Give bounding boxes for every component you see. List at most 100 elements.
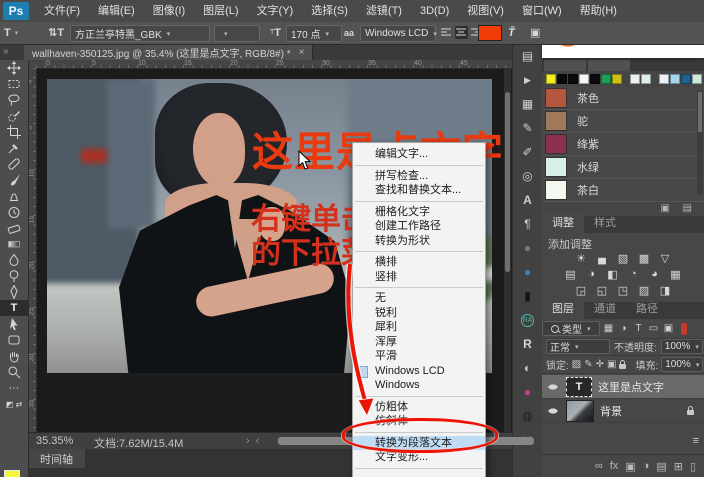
ps-logo[interactable]: Ps bbox=[3, 2, 29, 20]
context-menu-item[interactable] bbox=[353, 465, 485, 472]
adjustment-icon[interactable]: ☀ bbox=[573, 251, 590, 265]
layer-row-text[interactable]: T 这里是点文字 bbox=[542, 375, 704, 399]
lock-position-icon[interactable]: ✛ bbox=[596, 359, 604, 370]
eyedropper-tool[interactable] bbox=[0, 140, 28, 156]
text-orientation-icon[interactable]: ⇅T bbox=[48, 25, 64, 40]
context-menu-item[interactable]: Windows bbox=[353, 378, 485, 393]
align-center-icon[interactable] bbox=[455, 26, 468, 39]
swatches-panel-tab[interactable] bbox=[588, 60, 630, 71]
default-colors-icon[interactable]: ◩ ⇄ bbox=[0, 396, 28, 412]
layers-action-icon[interactable]: fx bbox=[610, 460, 619, 472]
lock-pixels-icon[interactable]: ✎ bbox=[584, 359, 592, 370]
zoom-level[interactable]: 35.35% bbox=[36, 435, 73, 447]
tab-overflow-icon[interactable]: » bbox=[3, 44, 9, 60]
lasso-tool[interactable] bbox=[0, 92, 28, 108]
crop-tool[interactable] bbox=[0, 124, 28, 140]
dock-panel-icon[interactable]: R bbox=[513, 332, 542, 356]
context-menu-item[interactable]: 转换为形状 bbox=[353, 234, 485, 249]
adjustment-icon[interactable]: ▨ bbox=[636, 283, 653, 297]
menu-item[interactable]: 文件(F) bbox=[35, 0, 89, 22]
context-menu-item[interactable]: 编辑文字... bbox=[353, 147, 485, 162]
canvas-vertical-scrollbar[interactable] bbox=[504, 68, 511, 432]
dock-panel-icon[interactable]: ◐ bbox=[513, 356, 542, 380]
layer-filter-icon[interactable]: ▭ bbox=[647, 323, 660, 334]
dock-panel-icon[interactable]: ¶ bbox=[513, 212, 542, 236]
context-menu-item[interactable] bbox=[353, 393, 485, 400]
text-layer-thumbnail[interactable]: T bbox=[566, 376, 592, 397]
foreground-color-swatch[interactable] bbox=[4, 470, 20, 477]
layer-row-background[interactable]: 背景 bbox=[542, 399, 704, 423]
history-brush-tool[interactable] bbox=[0, 204, 28, 220]
context-menu-item[interactable]: 平滑 bbox=[353, 349, 485, 364]
color-chip[interactable] bbox=[590, 74, 600, 84]
adjustment-icon[interactable]: ▽ bbox=[657, 251, 674, 265]
layer-filter-icon[interactable]: ▦ bbox=[602, 323, 615, 334]
swatch-row[interactable]: 绛紫 bbox=[542, 133, 704, 156]
lock-transparency-icon[interactable]: ▨ bbox=[572, 359, 581, 370]
dock-panel-icon[interactable]: ● bbox=[513, 260, 542, 284]
dock-panel-icon[interactable]: ▶ bbox=[513, 68, 542, 92]
document-tab[interactable]: wallhaven-350125.jpg @ 35.4% (这里是点文字, RG… bbox=[24, 44, 314, 60]
color-chip[interactable] bbox=[681, 74, 691, 84]
color-chip[interactable] bbox=[659, 74, 669, 84]
swatch-row[interactable]: 茶白 bbox=[542, 179, 704, 202]
adjustment-icon[interactable]: ◑ bbox=[583, 267, 600, 281]
visibility-eye-icon[interactable] bbox=[546, 407, 560, 415]
tab-styles[interactable]: 样式 bbox=[584, 212, 626, 233]
tab-paths[interactable]: 路径 bbox=[626, 298, 668, 319]
swatch-folder-icon[interactable]: ▤ bbox=[683, 203, 692, 214]
context-menu-item[interactable]: 创建工作路径 bbox=[353, 219, 485, 234]
tool-preset-picker[interactable]: T ▾ bbox=[4, 25, 18, 40]
menu-item[interactable]: 3D(D) bbox=[411, 0, 458, 22]
layers-action-icon[interactable]: ∞ bbox=[595, 460, 603, 472]
context-menu-item[interactable]: 查找和替换文本... bbox=[353, 183, 485, 198]
dock-panel-icon[interactable]: ◎ bbox=[513, 164, 542, 188]
dock-panel-icon[interactable]: ● bbox=[513, 236, 542, 260]
font-size-select[interactable]: 170 点 bbox=[286, 25, 342, 42]
context-menu-item[interactable]: 栅格化文字 bbox=[353, 205, 485, 220]
menu-item[interactable]: 选择(S) bbox=[302, 0, 357, 22]
pen-tool[interactable] bbox=[0, 284, 28, 300]
scroll-arrows[interactable]: ›‹ bbox=[246, 435, 265, 447]
layers-action-icon[interactable]: ▯ bbox=[690, 460, 696, 473]
menu-item[interactable]: 窗口(W) bbox=[513, 0, 571, 22]
context-menu-item[interactable]: 犀利 bbox=[353, 320, 485, 335]
color-chip[interactable] bbox=[579, 74, 589, 84]
eraser-tool[interactable] bbox=[0, 220, 28, 236]
layer-name[interactable]: 这里是点文字 bbox=[598, 379, 664, 395]
toggle-panels-icon[interactable]: ▣ bbox=[530, 25, 540, 40]
new-swatch-icon[interactable]: ▣ bbox=[661, 203, 670, 214]
adjustment-icon[interactable]: ▩ bbox=[636, 251, 653, 265]
anti-alias-select[interactable]: Windows LCD bbox=[360, 25, 436, 42]
menu-item[interactable]: 文字(Y) bbox=[248, 0, 303, 22]
menu-item[interactable]: 视图(V) bbox=[458, 0, 513, 22]
dock-panel-icon[interactable]: ◍ bbox=[513, 404, 542, 428]
adjustment-icon[interactable]: ◔ bbox=[625, 267, 642, 281]
quick-selection-tool[interactable] bbox=[0, 108, 28, 124]
adjustment-icon[interactable]: ▦ bbox=[667, 267, 684, 281]
dock-panel-icon[interactable]: ▦ bbox=[513, 92, 542, 116]
text-color-swatch[interactable] bbox=[478, 25, 502, 41]
color-chip[interactable] bbox=[568, 74, 578, 84]
brush-tool[interactable] bbox=[0, 172, 28, 188]
menu-item[interactable]: 帮助(H) bbox=[571, 0, 626, 22]
image-layer-thumbnail[interactable] bbox=[566, 399, 594, 422]
context-menu-item[interactable]: 拼写检查... bbox=[353, 169, 485, 184]
color-chip[interactable] bbox=[630, 74, 640, 84]
visibility-eye-icon[interactable] bbox=[546, 383, 560, 391]
panel-menu-icon[interactable]: ≡ bbox=[693, 435, 699, 447]
context-menu-item[interactable]: 锐利 bbox=[353, 306, 485, 321]
dock-panel-icon[interactable]: ▮ bbox=[513, 284, 542, 308]
path-selection-tool[interactable] bbox=[0, 316, 28, 332]
context-menu-item[interactable]: 竖排 bbox=[353, 270, 485, 285]
zoom-tool[interactable] bbox=[0, 364, 28, 380]
dock-panel-icon[interactable]: A bbox=[513, 188, 542, 212]
context-menu-item[interactable]: 仿粗体 bbox=[353, 400, 485, 415]
adjustment-icon[interactable]: ◨ bbox=[657, 283, 674, 297]
adjustment-icon[interactable]: ◧ bbox=[604, 267, 621, 281]
menu-item[interactable]: 图层(L) bbox=[194, 0, 247, 22]
dock-panel-icon[interactable]: ✎ bbox=[513, 116, 542, 140]
font-family-select[interactable]: 方正兰亭特黑_GBK bbox=[70, 25, 210, 42]
menu-item[interactable]: 编辑(E) bbox=[89, 0, 144, 22]
context-menu-item[interactable]: Windows LCD bbox=[353, 364, 485, 379]
